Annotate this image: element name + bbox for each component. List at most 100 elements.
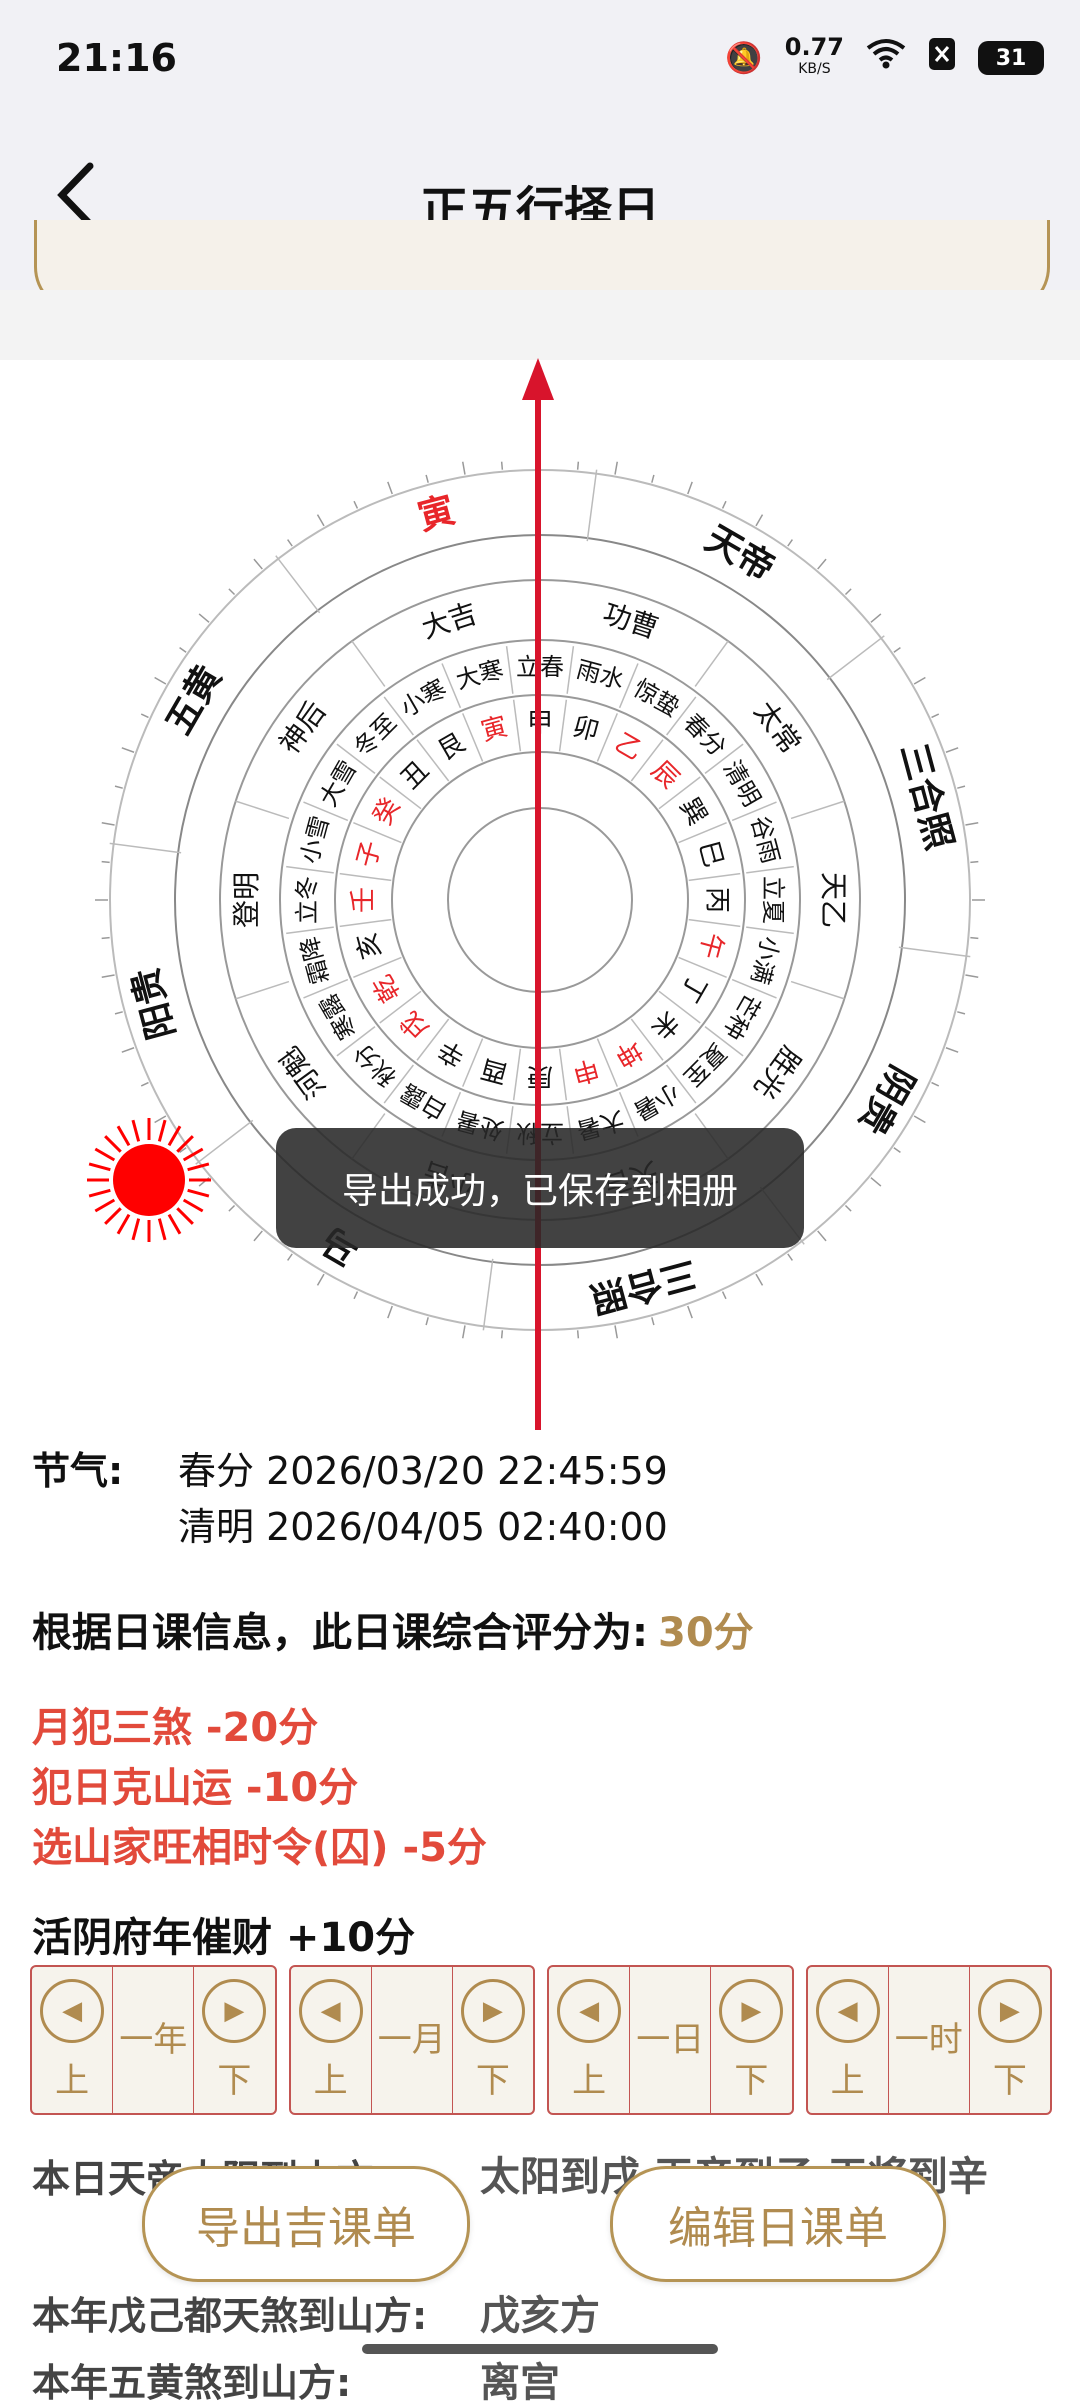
compass-star-label: 阳贵 [125, 963, 183, 1043]
export-button[interactable]: 导出吉课单 [142, 2166, 470, 2282]
right-arrow-icon: ▶ [202, 1978, 267, 2043]
compass-mountain-label: 丑 [395, 755, 435, 795]
left-arrow-icon: ◀ [557, 1978, 622, 2043]
compass-mountain-label: 乾 [368, 969, 407, 1007]
month-label: 一月 [372, 1967, 453, 2113]
compass-mountain-label: 辰 [645, 755, 685, 795]
compass-mountain-label: 寅 [478, 712, 511, 748]
left-arrow-icon: ◀ [815, 1978, 880, 2043]
next-hour-button[interactable]: ▶ 下 [970, 1967, 1050, 2113]
compass-solar-term-label: 大寒 [453, 655, 507, 694]
compass-general-label: 胜光 [748, 1040, 808, 1105]
compass-mountain-label: 亥 [352, 929, 388, 962]
compass-star-label: 天帝 [698, 518, 781, 590]
compass-star-label: 五黄 [158, 659, 230, 742]
penalty-item: 犯日克山运 -10分 [32, 1765, 359, 1811]
compass-mountain-label: 巳 [693, 838, 729, 871]
left-arrow-icon: ◀ [40, 1978, 105, 2043]
hour-selector: ◀ 上 一时 ▶ 下 [805, 1965, 1052, 2115]
compass-general-label: 河魁 [273, 1040, 333, 1105]
compass-solar-term-label: 小雪 [295, 813, 334, 867]
compass-general-label: 大吉 [418, 597, 481, 646]
toast-message: 导出成功，已保存到相册 [276, 1128, 804, 1248]
compass-solar-term-label: 立冬 [293, 876, 321, 924]
compass-mountain-label: 坤 [609, 1033, 647, 1072]
compass-mountain-label: 午 [693, 929, 729, 962]
luopan-compass: 天帝三合照阴贵三合照马阳贵五黄寅 功曹太常天乙胜光天吉小吉河魁登明神后大吉 立春… [95, 358, 985, 1430]
score-line: 根据日课信息，此日课综合评分为: 30分 [32, 1600, 754, 1658]
network-speed: 0.77 KB/S [784, 33, 844, 77]
year-selector: ◀ 上 一年 ▶ 下 [30, 1965, 277, 2115]
sim-icon [928, 37, 956, 79]
right-arrow-icon: ▶ [719, 1978, 784, 2043]
right-arrow-icon: ▶ [977, 1978, 1042, 2043]
compass-general-label: 登明 [230, 872, 263, 928]
right-arrow-icon: ▶ [460, 1978, 525, 2043]
penalty-item: 选山家旺相时令(囚) -5分 [32, 1825, 487, 1871]
compass-star-label: 三合照 [586, 1252, 701, 1320]
compass-star-label: 三合照 [892, 739, 960, 854]
year-label: 一年 [113, 1967, 195, 2113]
compass-mountain-label: 子 [352, 838, 388, 871]
compass-mountain-label: 乙 [609, 728, 647, 767]
date-selectors: ◀ 上 一年 ▶ 下 ◀ 上 一月 ▶ 下 ◀ 上 一日 ▶ 下 ◀ 上 一时 ▶ 下 [30, 1965, 1052, 2115]
compass-solar-term-label: 惊蛰 [629, 674, 685, 722]
compass-mountain-label: 艮 [433, 728, 471, 767]
prev-month-button[interactable]: ◀ 上 [291, 1967, 372, 2113]
compass-mountain-label: 癸 [368, 793, 407, 831]
battery-icon: 31 [978, 41, 1044, 75]
sun-icon [87, 1118, 211, 1242]
home-indicator[interactable] [362, 2344, 718, 2354]
jieqi-line-2: 清明 2026/04/05 02:40:00 [178, 1505, 668, 1549]
pointer-arrow-icon [522, 358, 554, 400]
prev-year-button[interactable]: ◀ 上 [32, 1967, 114, 2113]
compass-mountain-label: 戌 [395, 1005, 435, 1045]
compass-solar-term-label: 小寒 [396, 674, 452, 722]
compass-solar-term-label: 大雪 [314, 756, 362, 812]
compass-star-label: 阴贵 [850, 1058, 922, 1141]
next-year-button[interactable]: ▶ 下 [194, 1967, 274, 2113]
day-selector: ◀ 上 一日 ▶ 下 [547, 1965, 794, 2115]
compass-mountain-label: 丁 [673, 969, 712, 1007]
wifi-icon [866, 38, 906, 78]
penalty-item: 月犯三煞 -20分 [32, 1705, 319, 1751]
row-label: 本年五黄煞到山方: [32, 2361, 352, 2405]
compass-mountain-label: 壬 [349, 887, 379, 913]
compass-solar-term-label: 寒露 [314, 989, 362, 1045]
compass-mountain-label: 申 [569, 1053, 602, 1089]
next-month-button[interactable]: ▶ 下 [453, 1967, 533, 2113]
row-value: 离宫 [480, 2360, 560, 2406]
hour-label: 一时 [889, 1967, 970, 2113]
compass-solar-term-label: 雨水 [573, 655, 627, 694]
row-value: 戊亥方 [480, 2293, 600, 2339]
compass-general-label: 太常 [748, 695, 808, 760]
compass-mountain-label: 酉 [478, 1053, 511, 1089]
compass-general-label: 功曹 [599, 597, 662, 646]
compass-solar-term-label: 霜降 [295, 933, 334, 987]
compass-solar-term-label: 小满 [745, 933, 784, 987]
compass-mountain-label: 未 [645, 1005, 685, 1045]
bonus-item: 活阴府年催财 +10分 [32, 1915, 416, 1961]
status-icons: 🔕 0.77 KB/S 31 [725, 33, 1044, 80]
row-label: 本年戊己都天煞到山方: [32, 2294, 428, 2338]
edit-button[interactable]: 编辑日课单 [610, 2166, 946, 2282]
bell-muted-icon: 🔕 [725, 40, 763, 76]
next-day-button[interactable]: ▶ 下 [711, 1967, 791, 2113]
compass-solar-term-label: 立夏 [759, 876, 787, 924]
month-selector: ◀ 上 一月 ▶ 下 [288, 1965, 535, 2115]
compass-solar-term-label: 小暑 [629, 1078, 685, 1126]
compass-general-label: 天乙 [817, 872, 850, 928]
prev-day-button[interactable]: ◀ 上 [549, 1967, 631, 2113]
prev-hour-button[interactable]: ◀ 上 [808, 1967, 889, 2113]
compass-star-label: 寅 [414, 490, 459, 539]
compass-solar-term-label: 白露 [396, 1078, 452, 1126]
compass-solar-term-label: 谷雨 [745, 813, 784, 867]
jieqi-line-1: 春分 2026/03/20 22:45:59 [178, 1449, 668, 1493]
status-time: 21:16 [56, 36, 177, 80]
compass-solar-term-label: 芒种 [718, 989, 766, 1045]
score-value: 30分 [658, 1610, 754, 1656]
compass-general-label: 神后 [273, 695, 333, 760]
day-label: 一日 [630, 1967, 712, 2113]
score-prefix: 根据日课信息，此日课综合评分为: [32, 1610, 648, 1656]
compass-solar-term-label: 清明 [718, 756, 766, 812]
